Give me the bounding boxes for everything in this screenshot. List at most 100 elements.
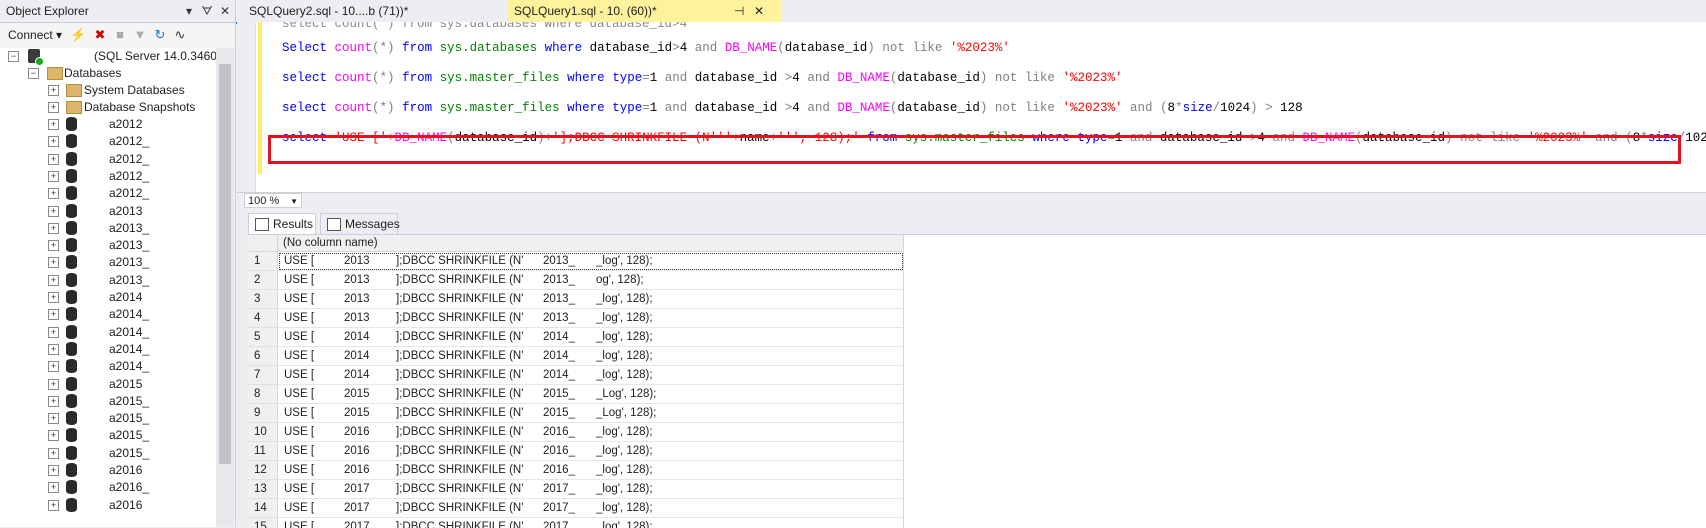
- table-row[interactable]: USE [2016];DBCC SHRINKFILE (N' 2016_ _log'…: [278, 423, 904, 442]
- server-node[interactable]: − (SQL Server 14.0.3460: [4, 48, 216, 66]
- table-row[interactable]: USE [2013];DBCC SHRINKFILE (N' 2013_ _log'…: [278, 252, 904, 271]
- tab-sqlquery2[interactable]: SQLQuery2.sql - 10....b (71))*: [243, 0, 493, 22]
- close-tab-icon[interactable]: ✕: [754, 0, 764, 22]
- row-number[interactable]: 10: [248, 423, 278, 442]
- table-row[interactable]: USE [2015];DBCC SHRINKFILE (N' 2015_ _Log'…: [278, 385, 904, 404]
- table-row[interactable]: USE [2017];DBCC SHRINKFILE (N' 2017_ _log'…: [278, 480, 904, 499]
- row-number[interactable]: 14: [248, 499, 278, 518]
- stop-icon[interactable]: ■: [112, 27, 128, 43]
- object-explorer-tree[interactable]: − (SQL Server 14.0.3460 − Databases + Sy…: [0, 48, 216, 527]
- tab-results[interactable]: Results: [248, 213, 316, 234]
- results-grid[interactable]: (No column name) 1 USE [2013];DBCC SHRINK…: [248, 234, 1706, 528]
- database-label: a2014_: [109, 359, 150, 374]
- expand-icon[interactable]: +: [48, 102, 59, 113]
- table-row[interactable]: USE [2014];DBCC SHRINKFILE (N' 2014_ _log'…: [278, 347, 904, 366]
- expand-icon[interactable]: +: [48, 482, 59, 494]
- expand-icon[interactable]: +: [48, 292, 59, 303]
- menu-dropdown-icon[interactable]: ▾: [181, 3, 197, 19]
- connect-plug-icon[interactable]: ⚡: [70, 27, 86, 43]
- expand-icon[interactable]: +: [48, 413, 59, 425]
- tab-results-label: Results: [273, 217, 314, 231]
- table-row[interactable]: USE [2017];DBCC SHRINKFILE (N' 2017_ _log'…: [278, 499, 904, 518]
- expand-icon[interactable]: +: [48, 378, 59, 390]
- row-number[interactable]: 11: [248, 442, 278, 461]
- zoom-dropdown[interactable]: 100 % ▼: [244, 193, 302, 208]
- cell-segment: 2017_: [543, 502, 575, 514]
- database-icon: [66, 445, 77, 460]
- row-number[interactable]: 3: [248, 290, 278, 309]
- object-explorer-toolbar: Connect ▾ ⚡ ✖ ■ ▼ ↻ ∿: [0, 23, 235, 47]
- row-number[interactable]: 7: [248, 366, 278, 385]
- pin-icon[interactable]: ᗊ: [199, 3, 215, 19]
- database-icon: [66, 497, 77, 512]
- server-label: (SQL Server 14.0.3460: [94, 49, 216, 63]
- row-number[interactable]: 5: [248, 328, 278, 347]
- filter-icon[interactable]: ▼: [132, 27, 148, 43]
- cell-segment: _log', 128);: [596, 369, 653, 381]
- expand-icon[interactable]: +: [48, 447, 59, 459]
- tab-messages[interactable]: Messages: [320, 213, 400, 234]
- expand-icon[interactable]: +: [48, 205, 59, 217]
- expand-icon[interactable]: +: [48, 85, 59, 96]
- cell-segment: 2016: [344, 464, 370, 476]
- row-number[interactable]: 9: [248, 404, 278, 423]
- expand-icon[interactable]: +: [48, 119, 59, 130]
- expand-icon[interactable]: +: [48, 309, 59, 321]
- expand-icon[interactable]: +: [48, 170, 59, 182]
- expand-icon[interactable]: +: [48, 361, 59, 373]
- row-number[interactable]: 6: [248, 347, 278, 366]
- pin-tab-icon[interactable]: ⊣: [734, 0, 744, 22]
- refresh-icon[interactable]: ↻: [152, 27, 168, 43]
- close-icon[interactable]: ✕: [217, 3, 233, 19]
- table-row[interactable]: USE [2014];DBCC SHRINKFILE (N' 2014_ _log'…: [278, 328, 904, 347]
- expand-icon[interactable]: +: [48, 240, 59, 252]
- query-editor[interactable]: select count(*) from sys.databases where…: [237, 22, 1706, 192]
- database-icon: [66, 428, 77, 443]
- expand-icon[interactable]: +: [48, 222, 59, 234]
- row-number[interactable]: 13: [248, 480, 278, 499]
- expand-icon[interactable]: +: [48, 153, 59, 165]
- table-row[interactable]: USE [2013];DBCC SHRINKFILE (N' 2013_ _log'…: [278, 290, 904, 309]
- cell-segment: 2013: [344, 274, 370, 286]
- database-label: a2012_: [109, 186, 150, 201]
- row-number[interactable]: 2: [248, 271, 278, 290]
- expand-icon[interactable]: +: [48, 326, 59, 338]
- expand-icon[interactable]: +: [48, 136, 59, 148]
- expand-icon[interactable]: +: [48, 343, 59, 355]
- activity-monitor-icon[interactable]: ∿: [172, 27, 188, 43]
- tab-sqlquery1[interactable]: SQLQuery1.sql - 10. (60))* ⊣ ✕: [508, 0, 782, 22]
- table-row[interactable]: USE [2014];DBCC SHRINKFILE (N' 2014_ _log'…: [278, 366, 904, 385]
- row-number[interactable]: 4: [248, 309, 278, 328]
- expand-icon[interactable]: +: [48, 430, 59, 442]
- cell-segment: ];DBCC SHRINKFILE (N': [396, 483, 524, 495]
- connect-button[interactable]: Connect ▾: [8, 28, 62, 42]
- table-row[interactable]: USE [2013];DBCC SHRINKFILE (N' 2013_ og', …: [278, 271, 904, 290]
- database-icon: [66, 272, 77, 287]
- expand-icon[interactable]: +: [48, 274, 59, 286]
- cell-segment: og', 128);: [596, 274, 644, 286]
- row-number[interactable]: 1: [248, 252, 278, 271]
- table-row[interactable]: USE [2016];DBCC SHRINKFILE (N' 2016_ _log'…: [278, 442, 904, 461]
- collapse-icon[interactable]: −: [8, 51, 19, 62]
- database-icon: [66, 307, 77, 322]
- database-icon: [66, 324, 77, 339]
- row-number[interactable]: 8: [248, 385, 278, 404]
- table-row[interactable]: USE [2015];DBCC SHRINKFILE (N' 2015_ _Log'…: [278, 404, 904, 423]
- cell-segment: 2016_: [543, 426, 575, 438]
- expand-icon[interactable]: +: [48, 465, 59, 476]
- cell-segment: USE [: [284, 293, 315, 305]
- database-label: a2015_: [109, 411, 150, 426]
- object-explorer-scroll-thumb[interactable]: [219, 64, 231, 464]
- disconnect-icon[interactable]: ✖: [92, 27, 108, 43]
- collapse-icon[interactable]: −: [28, 68, 39, 79]
- expand-icon[interactable]: +: [48, 395, 59, 407]
- table-row[interactable]: USE [2016];DBCC SHRINKFILE (N' 2016_ _log'…: [278, 461, 904, 480]
- expand-icon[interactable]: +: [48, 188, 59, 200]
- cell-segment: USE [: [284, 426, 315, 438]
- database-label: a2013_: [109, 220, 150, 235]
- column-header[interactable]: (No column name): [278, 235, 904, 252]
- table-row[interactable]: USE [2013];DBCC SHRINKFILE (N' 2013_ _log'…: [278, 309, 904, 328]
- expand-icon[interactable]: +: [48, 257, 59, 269]
- expand-icon[interactable]: +: [48, 499, 59, 511]
- row-number[interactable]: 12: [248, 461, 278, 480]
